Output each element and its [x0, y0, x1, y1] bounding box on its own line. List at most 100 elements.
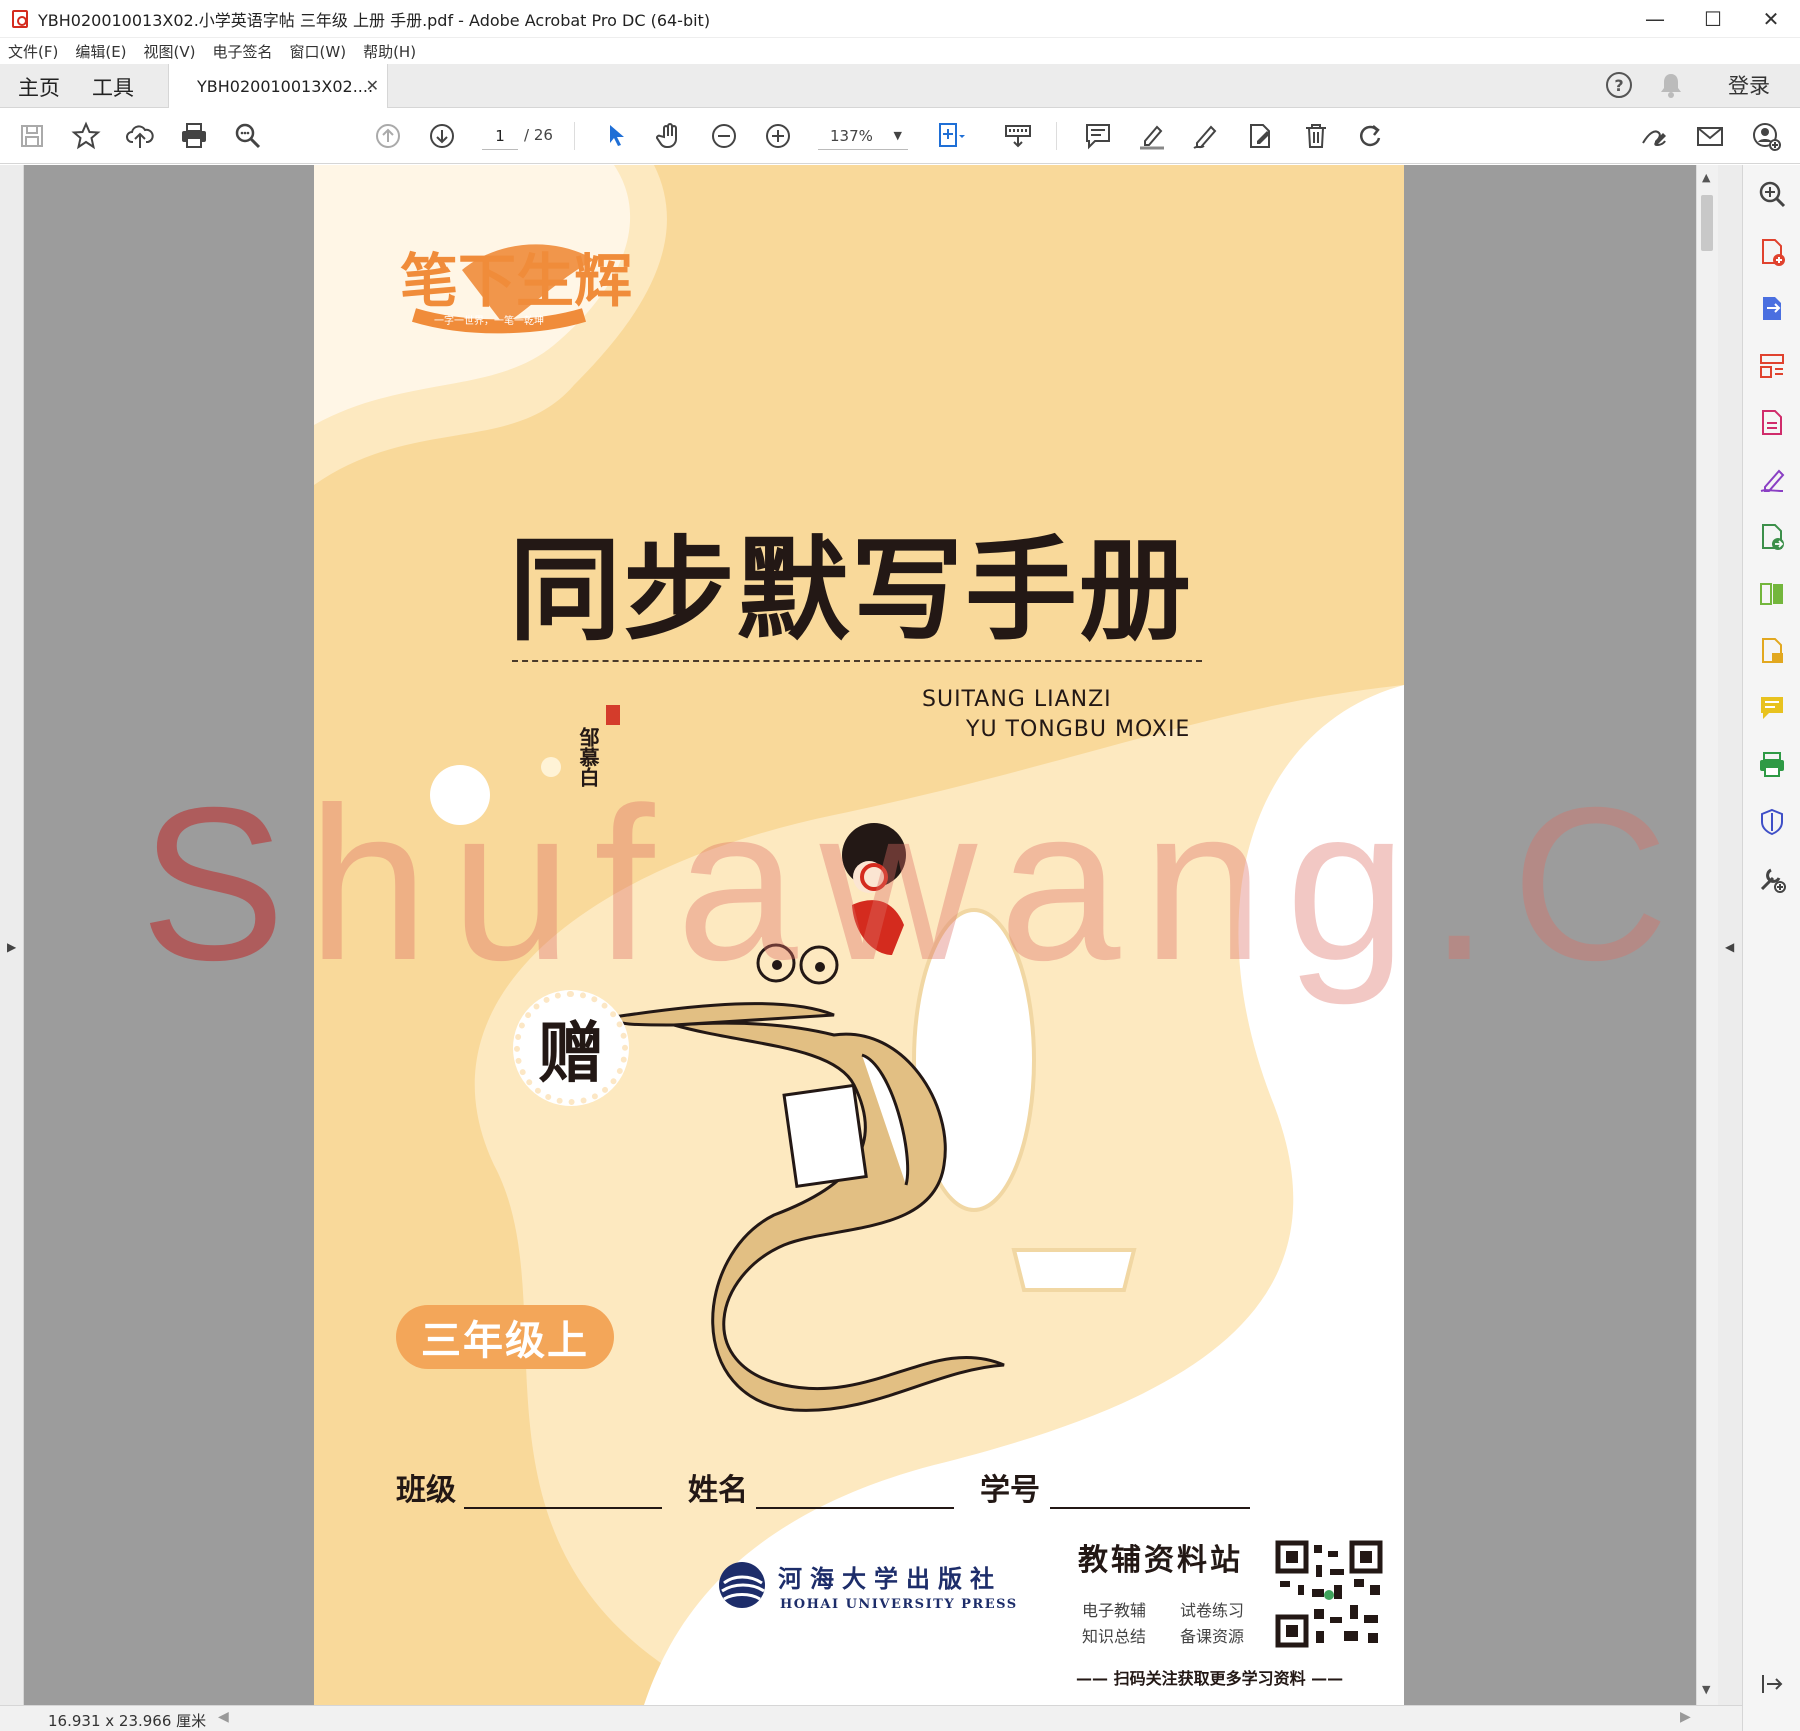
toolbar-divider [574, 122, 575, 150]
scroll-left-icon[interactable]: ◀ [218, 1709, 229, 1725]
class-field-label: 班级 [396, 1473, 456, 1508]
menu-help[interactable]: 帮助(H) [363, 41, 416, 62]
watermark-first-letter: S [140, 763, 308, 1006]
scroll-up-icon[interactable]: ▲ [1702, 171, 1710, 184]
enhance-scan-icon[interactable] [1757, 179, 1787, 209]
title-divider [512, 660, 1202, 662]
combine-files-icon[interactable] [1757, 636, 1787, 666]
account-area: ? 登录 [1606, 70, 1770, 100]
acrobat-icon [12, 9, 28, 28]
next-page-icon[interactable] [426, 120, 458, 152]
name-field-label: 姓名 [688, 1473, 748, 1508]
bookmark-star-icon[interactable] [70, 120, 102, 152]
page-fit-icon[interactable] [934, 120, 966, 152]
left-pane-toggle[interactable]: ▶ [0, 165, 24, 1705]
zoom-value: 137% [830, 127, 873, 145]
login-button[interactable]: 登录 [1728, 70, 1770, 100]
qr-code [1274, 1539, 1384, 1649]
create-pdf-icon[interactable] [1757, 237, 1787, 267]
highlight-icon[interactable] [1136, 120, 1168, 152]
menu-view[interactable]: 视图(V) [144, 41, 196, 62]
organize-pages-icon[interactable] [1757, 351, 1787, 381]
help-icon[interactable]: ? [1606, 72, 1632, 98]
toolbar-divider [1056, 122, 1057, 150]
scroll-down-icon[interactable]: ▼ [1702, 1683, 1710, 1696]
page-total: / 26 [524, 126, 553, 144]
zoom-in-icon[interactable] [762, 120, 794, 152]
tab-tools[interactable]: 工具 [92, 72, 134, 102]
zoom-out-icon[interactable] [708, 120, 740, 152]
publisher-name-en: HOHAI UNIVERSITY PRESS [780, 1597, 1018, 1612]
more-tools-icon[interactable] [1757, 864, 1787, 894]
edit-pdf-icon[interactable] [1244, 120, 1276, 152]
email-icon[interactable] [1694, 120, 1726, 152]
print-icon[interactable] [178, 120, 210, 152]
collapse-tools-pane-icon[interactable] [1757, 1669, 1787, 1699]
menu-esign[interactable]: 电子签名 [213, 41, 273, 62]
menu-file[interactable]: 文件(F) [8, 41, 58, 62]
compare-files-icon[interactable] [1757, 579, 1787, 609]
delete-icon[interactable] [1300, 120, 1332, 152]
vertical-scrollbar[interactable]: ▲ ▼ [1696, 165, 1718, 1705]
brand-logo-text: 笔下生辉 [400, 247, 632, 315]
page-number-input[interactable]: 1 [482, 122, 518, 150]
menu-edit[interactable]: 编辑(E) [75, 41, 126, 62]
hand-tool-icon[interactable] [654, 120, 686, 152]
publisher-logo-mark [719, 1562, 765, 1608]
print-production-icon[interactable] [1757, 750, 1787, 780]
grade-badge: 三年级上 [396, 1305, 614, 1369]
student-id-field-label: 学号 [980, 1473, 1040, 1508]
site-tag: 知识总结 [1082, 1627, 1147, 1646]
tab-document[interactable]: YBH020010013X02.... ✕ [168, 64, 388, 108]
scan-qr-caption: —— 扫码关注获取更多学习资料 —— [1076, 1669, 1344, 1688]
pinyin-subtitle-line2: YU TONGBU MOXIE [966, 717, 1191, 742]
pinyin-subtitle-line1: SUITANG LIANZI [922, 687, 1112, 712]
tab-home[interactable]: 主页 [18, 72, 60, 102]
watermark-text: hufawang.CN [307, 763, 1800, 1006]
site-tag: 试卷练习 [1180, 1601, 1245, 1620]
edit-pdf-tool-icon[interactable] [1757, 408, 1787, 438]
comment-tool-icon[interactable] [1757, 693, 1787, 723]
window-title: YBH020010013X02.小学英语字帖 三年级 上册 手册.pdf - A… [38, 10, 711, 30]
watermark: Shufawang.CN [140, 760, 1800, 1010]
close-window-button[interactable]: ✕ [1742, 0, 1800, 38]
scroll-thumb[interactable] [1701, 195, 1713, 251]
right-pane-toggle[interactable]: ◀ [1718, 165, 1742, 1705]
brand-logo: 笔下生辉 一字一世界，一笔一乾坤 [400, 244, 632, 334]
chevron-down-icon: ▼ [893, 129, 902, 142]
sign-pen-icon[interactable] [1190, 120, 1222, 152]
bell-icon[interactable] [1658, 71, 1684, 99]
expand-left-icon[interactable]: ▶ [7, 940, 16, 954]
menu-window[interactable]: 窗口(W) [290, 41, 347, 62]
export-pdf-icon[interactable] [1757, 294, 1787, 324]
save-icon[interactable] [16, 120, 48, 152]
zoom-select[interactable]: 137% ▼ [818, 122, 908, 150]
fill-sign-icon[interactable] [1757, 465, 1787, 495]
tab-close-icon[interactable]: ✕ [366, 76, 379, 95]
toolbar: 1 / 26 137% ▼ [0, 108, 1800, 164]
window-controls: — ☐ ✕ [1626, 0, 1800, 38]
protect-shield-icon[interactable] [1757, 807, 1787, 837]
rotate-icon[interactable] [1354, 120, 1386, 152]
send-for-signature-icon[interactable] [1757, 522, 1787, 552]
comment-icon[interactable] [1082, 120, 1114, 152]
document-title: 同步默写手册 [509, 526, 1193, 656]
previous-page-icon[interactable] [372, 120, 404, 152]
minimize-button[interactable]: — [1626, 0, 1684, 38]
tab-bar: 主页 工具 YBH020010013X02.... ✕ ? 登录 [0, 64, 1800, 108]
menu-bar: 文件(F) 编辑(E) 视图(V) 电子签名 窗口(W) 帮助(H) [0, 38, 1800, 64]
select-cursor-icon[interactable] [600, 120, 632, 152]
share-user-icon[interactable] [1750, 120, 1782, 152]
publisher-name-cn: 河海大学出版社 [778, 1564, 1002, 1593]
site-title: 教辅资料站 [1078, 1543, 1243, 1578]
find-icon[interactable] [232, 120, 264, 152]
site-tag: 电子教辅 [1082, 1601, 1147, 1620]
collapse-right-icon[interactable]: ◀ [1725, 940, 1734, 954]
keyboard-icon[interactable] [1002, 120, 1034, 152]
scroll-right-icon[interactable]: ▶ [1680, 1709, 1691, 1725]
cloud-upload-icon[interactable] [124, 120, 156, 152]
maximize-button[interactable]: ☐ [1684, 0, 1742, 38]
page-dimensions: 16.931 x 23.966 厘米 [48, 1712, 207, 1730]
request-signature-icon[interactable] [1638, 120, 1670, 152]
title-bar: YBH020010013X02.小学英语字帖 三年级 上册 手册.pdf - A… [0, 0, 1800, 38]
